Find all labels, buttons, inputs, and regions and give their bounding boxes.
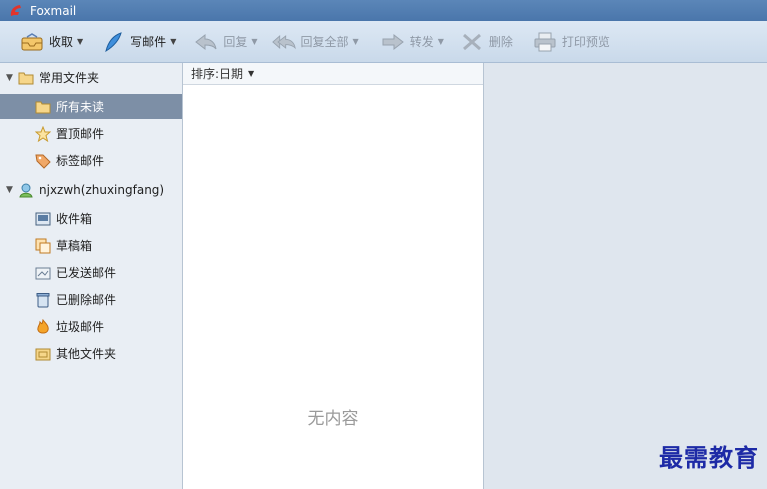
reply-all-dropdown-icon[interactable]: ▼ — [353, 37, 359, 46]
feather-icon — [101, 31, 125, 53]
account-avatar-icon — [18, 182, 34, 198]
tag-icon — [35, 153, 51, 169]
sidebar-item-sent[interactable]: 已发送邮件 — [0, 260, 182, 285]
reply-all-button[interactable]: 回复全部 ▼ — [268, 27, 363, 57]
receive-dropdown-icon[interactable]: ▼ — [77, 37, 83, 46]
printer-icon — [533, 31, 557, 53]
compose-button[interactable]: 写邮件 ▼ — [97, 27, 180, 57]
sidebar-item-label: 置顶邮件 — [56, 127, 105, 141]
reply-all-label: 回复全部 — [300, 35, 349, 49]
sidebar-item-deleted[interactable]: 已删除邮件 — [0, 287, 182, 312]
folder-icon — [18, 70, 34, 86]
forward-arrow-icon — [381, 31, 405, 53]
star-icon — [35, 125, 51, 142]
sidebar-account-label: njxzwh(zhuxingfang) — [39, 182, 165, 197]
compose-label: 写邮件 — [130, 35, 167, 49]
mail-list-pane: 排序:日期 ▼ 无内容 — [183, 63, 484, 489]
sidebar-item-junk[interactable]: 垃圾邮件 — [0, 314, 182, 339]
sidebar-item-label: 垃圾邮件 — [56, 320, 105, 334]
collapse-triangle-icon[interactable]: ▼ — [6, 185, 18, 195]
sidebar-item-tagged[interactable]: 标签邮件 — [0, 148, 182, 173]
delete-x-icon — [460, 31, 484, 53]
empty-list-message: 无内容 — [307, 409, 359, 429]
title-bar: Foxmail — [0, 0, 767, 21]
flame-icon — [35, 318, 51, 335]
compose-dropdown-icon[interactable]: ▼ — [170, 37, 176, 46]
sidebar-item-label: 标签邮件 — [56, 154, 105, 168]
print-preview-button[interactable]: 打印预览 — [529, 27, 614, 57]
sidebar-group-common-folders[interactable]: ▼ 常用文件夹 — [0, 65, 182, 90]
inbox-icon — [35, 211, 51, 227]
receive-label: 收取 — [49, 35, 74, 49]
collapse-triangle-icon[interactable]: ▼ — [6, 73, 18, 83]
foxmail-logo-icon — [10, 4, 21, 16]
sidebar-item-drafts[interactable]: 草稿箱 — [0, 233, 182, 258]
reply-label: 回复 — [223, 35, 248, 49]
sidebar-item-inbox[interactable]: 收件箱 — [0, 206, 182, 231]
sidebar-item-other-folders[interactable]: 其他文件夹 — [0, 341, 182, 366]
sidebar-item-label: 所有未读 — [56, 100, 105, 114]
toolbar: 收取 ▼ 写邮件 ▼ 回复 ▼ 回复全部 ▼ 转发 ▼ 删除 打印预览 — [0, 21, 767, 63]
forward-button[interactable]: 转发 ▼ — [377, 27, 448, 57]
folder-icon — [35, 99, 51, 115]
print-preview-label: 打印预览 — [561, 35, 610, 49]
reply-button[interactable]: 回复 ▼ — [190, 27, 261, 57]
sidebar-account-njxzwh[interactable]: ▼ njxzwh(zhuxingfang) — [0, 177, 182, 202]
sidebar-item-label: 已删除邮件 — [56, 293, 117, 307]
sidebar-item-label: 其他文件夹 — [56, 347, 117, 361]
sidebar-group-label: 常用文件夹 — [39, 71, 100, 85]
sidebar-item-all-unread[interactable]: 所有未读 — [0, 94, 182, 119]
chevron-down-icon[interactable]: ▼ — [248, 69, 254, 78]
reply-arrow-icon — [194, 31, 218, 53]
sidebar-item-pinned[interactable]: 置顶邮件 — [0, 121, 182, 146]
sort-selector[interactable]: 排序:日期 ▼ — [183, 63, 483, 85]
folder-sidebar: ▼ 常用文件夹 所有未读 置顶邮件 标签邮件 ▼ njxzwh(zhuxingf… — [0, 63, 183, 489]
drafts-icon — [35, 238, 51, 254]
delete-label: 删除 — [488, 35, 513, 49]
sidebar-item-label: 已发送邮件 — [56, 266, 117, 280]
sidebar-item-label: 收件箱 — [56, 212, 93, 226]
app-title: Foxmail — [30, 3, 77, 18]
receive-button[interactable]: 收取 ▼ — [16, 27, 87, 57]
sort-label: 排序:日期 — [191, 67, 244, 81]
preview-pane — [484, 63, 767, 489]
sent-mail-icon — [35, 265, 51, 281]
sidebar-item-label: 草稿箱 — [56, 239, 93, 253]
reply-dropdown-icon[interactable]: ▼ — [251, 37, 257, 46]
folder-icon — [35, 346, 51, 362]
reply-all-arrow-icon — [271, 31, 296, 53]
inbox-tray-icon — [20, 31, 44, 53]
trash-can-icon — [35, 292, 51, 308]
delete-button[interactable]: 删除 — [456, 27, 517, 57]
watermark-text: 最需教育 — [659, 443, 759, 472]
forward-dropdown-icon[interactable]: ▼ — [438, 37, 444, 46]
forward-label: 转发 — [409, 35, 434, 49]
